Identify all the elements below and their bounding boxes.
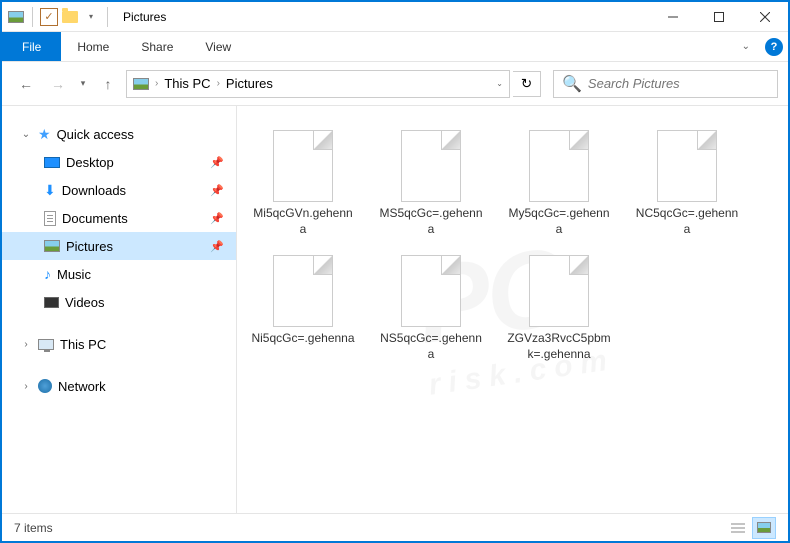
help-icon: ? bbox=[765, 38, 783, 56]
file-name: My5qcGc=.gehenna bbox=[507, 206, 611, 237]
search-box[interactable]: 🔍 bbox=[553, 70, 778, 98]
file-icon bbox=[273, 255, 333, 327]
sidebar-item-pictures[interactable]: Pictures 📌 bbox=[2, 232, 236, 260]
sidebar-item-documents[interactable]: Documents 📌 bbox=[2, 204, 236, 232]
file-icon bbox=[657, 130, 717, 202]
titlebar: ✓ ▾ Pictures bbox=[2, 2, 788, 32]
search-icon: 🔍 bbox=[562, 74, 582, 94]
file-item[interactable]: ZGVza3RvcC5pbmk=.gehenna bbox=[503, 251, 615, 366]
sidebar-item-videos[interactable]: Videos bbox=[2, 288, 236, 316]
file-item[interactable]: Mi5qcGVn.gehenna bbox=[247, 126, 359, 241]
pin-icon: 📌 bbox=[210, 156, 224, 169]
file-tab[interactable]: File bbox=[2, 32, 61, 61]
tree-label: Network bbox=[58, 379, 106, 394]
qa-customize-icon[interactable]: ▾ bbox=[82, 8, 100, 26]
app-icon bbox=[7, 8, 25, 26]
close-button[interactable] bbox=[742, 2, 788, 32]
pc-icon bbox=[38, 339, 54, 350]
file-item[interactable]: NC5qcGc=.gehenna bbox=[631, 126, 743, 241]
tree-label: This PC bbox=[60, 337, 106, 352]
breadcrumb-thispc[interactable]: This PC bbox=[164, 76, 210, 91]
file-icon bbox=[529, 255, 589, 327]
expand-icon[interactable]: › bbox=[20, 339, 32, 350]
chevron-right-icon[interactable]: › bbox=[217, 78, 220, 89]
music-icon: ♪ bbox=[44, 266, 51, 282]
items-grid: Mi5qcGVn.gehenna MS5qcGc=.gehenna My5qcGc=… bbox=[247, 126, 778, 366]
ribbon-expand-button[interactable]: ⌄ bbox=[732, 32, 760, 61]
file-icon bbox=[401, 255, 461, 327]
tree-quick-access[interactable]: ⌄ ★ Quick access bbox=[2, 120, 236, 148]
tab-share[interactable]: Share bbox=[125, 32, 189, 61]
collapse-icon[interactable]: ⌄ bbox=[20, 129, 32, 140]
tree-this-pc[interactable]: › This PC bbox=[2, 330, 236, 358]
main: ⌄ ★ Quick access Desktop 📌 ⬇ Downloads 📌… bbox=[2, 106, 788, 513]
details-view-button[interactable] bbox=[726, 517, 750, 539]
address-bar[interactable]: › This PC › Pictures ⌄ bbox=[126, 70, 510, 98]
forward-button[interactable]: → bbox=[44, 70, 72, 98]
address-dropdown-icon[interactable]: ⌄ bbox=[496, 79, 503, 88]
file-name: MS5qcGc=.gehenna bbox=[379, 206, 483, 237]
document-icon bbox=[44, 211, 56, 226]
back-button[interactable]: ← bbox=[12, 70, 40, 98]
window-title: Pictures bbox=[117, 10, 650, 24]
file-name: Ni5qcGc=.gehenna bbox=[251, 331, 354, 347]
sidebar-item-label: Documents bbox=[62, 211, 128, 226]
file-icon bbox=[529, 130, 589, 202]
search-input[interactable] bbox=[588, 76, 769, 91]
maximize-button[interactable] bbox=[696, 2, 742, 32]
sidebar-item-music[interactable]: ♪ Music bbox=[2, 260, 236, 288]
sidebar-item-label: Pictures bbox=[66, 239, 113, 254]
file-icon bbox=[401, 130, 461, 202]
refresh-button[interactable]: ↻ bbox=[513, 71, 541, 97]
navbar: ← → ▾ ↑ › This PC › Pictures ⌄ ↻ 🔍 bbox=[2, 62, 788, 106]
statusbar: 7 items bbox=[2, 513, 788, 541]
quick-access-toolbar: ✓ ▾ bbox=[2, 7, 117, 27]
file-item[interactable]: My5qcGc=.gehenna bbox=[503, 126, 615, 241]
minimize-button[interactable] bbox=[650, 2, 696, 32]
desktop-icon bbox=[44, 157, 60, 168]
tab-view[interactable]: View bbox=[189, 32, 247, 61]
recent-locations-button[interactable]: ▾ bbox=[76, 70, 90, 98]
expand-icon[interactable]: › bbox=[20, 381, 32, 392]
icons-view-button[interactable] bbox=[752, 517, 776, 539]
help-button[interactable]: ? bbox=[760, 32, 788, 61]
qa-folder-icon[interactable] bbox=[61, 8, 79, 26]
tab-home[interactable]: Home bbox=[61, 32, 125, 61]
sidebar-item-label: Videos bbox=[65, 295, 105, 310]
download-icon: ⬇ bbox=[44, 182, 56, 199]
chevron-right-icon[interactable]: › bbox=[155, 78, 158, 89]
breadcrumb-pictures[interactable]: Pictures bbox=[226, 76, 273, 91]
tree-network[interactable]: › Network bbox=[2, 372, 236, 400]
network-icon bbox=[38, 379, 52, 393]
file-name: NC5qcGc=.gehenna bbox=[635, 206, 739, 237]
sidebar-item-label: Music bbox=[57, 267, 91, 282]
location-icon bbox=[133, 78, 149, 90]
nav-tree: ⌄ ★ Quick access Desktop 📌 ⬇ Downloads 📌… bbox=[2, 106, 237, 513]
qa-select-icon[interactable]: ✓ bbox=[40, 8, 58, 26]
pictures-icon bbox=[44, 240, 60, 252]
file-name: Mi5qcGVn.gehenna bbox=[251, 206, 355, 237]
video-icon bbox=[44, 297, 59, 308]
sidebar-item-label: Downloads bbox=[62, 183, 126, 198]
file-name: NS5qcGc=.gehenna bbox=[379, 331, 483, 362]
pin-icon: 📌 bbox=[210, 240, 224, 253]
tree-label: Quick access bbox=[57, 127, 134, 142]
file-icon bbox=[273, 130, 333, 202]
file-view[interactable]: PCrisk.com Mi5qcGVn.gehennaMS5qcGc=.gehe… bbox=[237, 106, 788, 513]
sidebar-item-label: Desktop bbox=[66, 155, 114, 170]
ribbon: File Home Share View ⌄ ? bbox=[2, 32, 788, 62]
star-icon: ★ bbox=[38, 126, 51, 143]
file-item[interactable]: MS5qcGc=.gehenna bbox=[375, 126, 487, 241]
pin-icon: 📌 bbox=[210, 212, 224, 225]
window-controls bbox=[650, 2, 788, 31]
item-count: 7 items bbox=[14, 521, 53, 535]
file-name: ZGVza3RvcC5pbmk=.gehenna bbox=[507, 331, 611, 362]
sidebar-item-desktop[interactable]: Desktop 📌 bbox=[2, 148, 236, 176]
up-button[interactable]: ↑ bbox=[94, 70, 122, 98]
pin-icon: 📌 bbox=[210, 184, 224, 197]
file-item[interactable]: NS5qcGc=.gehenna bbox=[375, 251, 487, 366]
sidebar-item-downloads[interactable]: ⬇ Downloads 📌 bbox=[2, 176, 236, 204]
file-item[interactable]: Ni5qcGc=.gehenna bbox=[247, 251, 359, 366]
